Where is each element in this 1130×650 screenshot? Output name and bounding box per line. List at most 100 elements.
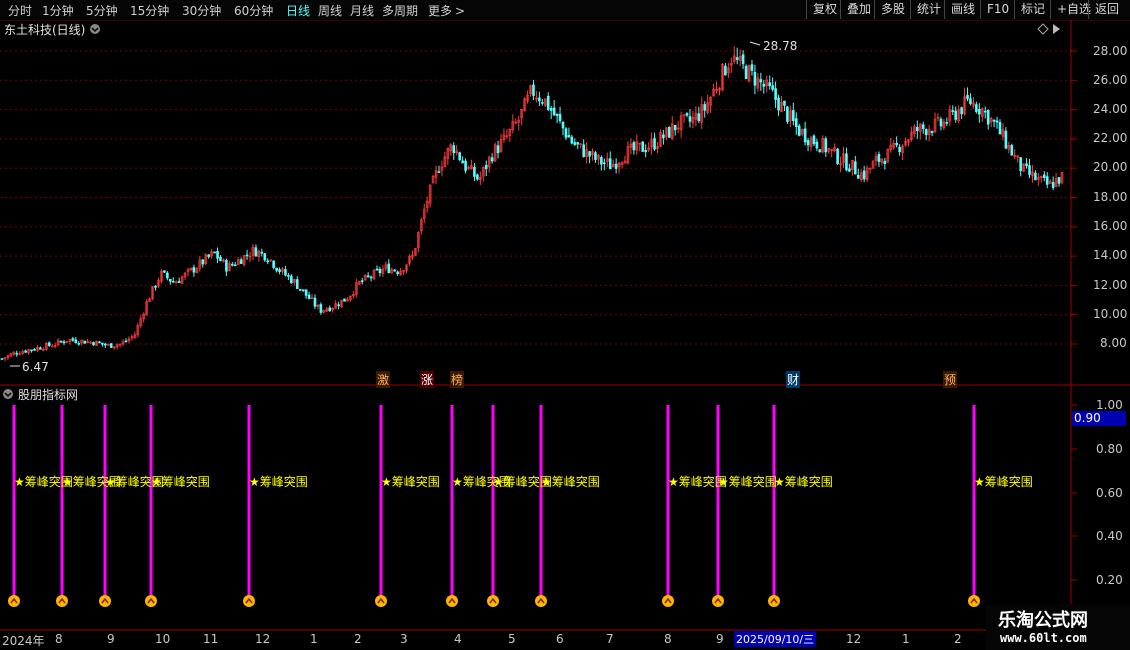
candle: [278, 267, 281, 275]
candle: [747, 64, 751, 83]
event-tag[interactable]: 预: [943, 371, 958, 388]
candle: [15, 350, 19, 357]
candle: [411, 250, 414, 261]
candle: [121, 339, 125, 346]
candle: [644, 144, 647, 158]
candle: [59, 340, 63, 343]
candle: [611, 159, 615, 168]
candle: [614, 158, 618, 174]
candle: [916, 120, 919, 139]
candle: [1040, 175, 1043, 183]
candle: [697, 106, 701, 124]
candle: [236, 257, 240, 266]
chart-canvas[interactable]: [0, 0, 1130, 650]
candle: [880, 158, 884, 166]
chevron-down-icon: [90, 24, 100, 34]
candle: [741, 50, 745, 69]
candle: [818, 149, 822, 153]
candle: [484, 160, 488, 176]
event-tag[interactable]: 涨: [420, 371, 435, 388]
candle: [104, 342, 107, 348]
indicator-tick: 0.20: [1096, 573, 1123, 587]
candle: [794, 112, 798, 135]
signal-label: ★筹峰突围: [249, 475, 308, 489]
candle: [1022, 163, 1025, 172]
candle: [514, 118, 518, 125]
candle: [1057, 177, 1061, 187]
candle: [682, 114, 686, 124]
candle: [310, 294, 314, 300]
candle: [907, 138, 910, 147]
candle: [768, 75, 771, 90]
candle: [535, 90, 538, 103]
event-tag[interactable]: 激: [376, 371, 391, 388]
candle: [567, 127, 571, 138]
date-label: 1: [310, 632, 318, 646]
candle: [555, 113, 559, 124]
candle: [328, 305, 332, 312]
candle: [750, 59, 754, 76]
candle: [281, 267, 284, 275]
candle: [532, 79, 535, 101]
candle: [198, 256, 202, 272]
candle: [854, 155, 857, 175]
candle: [942, 118, 946, 131]
candle: [42, 347, 45, 352]
candle: [989, 116, 993, 128]
candle: [620, 161, 624, 169]
candle: [414, 248, 417, 256]
price-tick: 24.00: [1093, 102, 1128, 116]
candle: [62, 339, 66, 345]
candle: [969, 93, 972, 106]
candle: [541, 99, 544, 106]
candle: [325, 306, 329, 313]
candle: [98, 340, 101, 344]
candle: [623, 155, 627, 164]
candle: [685, 112, 689, 118]
candle: [523, 97, 526, 112]
candle: [576, 141, 580, 150]
candle: [647, 142, 650, 153]
candle: [700, 96, 704, 129]
candle: [233, 261, 237, 267]
event-tag[interactable]: 财: [786, 371, 801, 388]
candle: [419, 217, 423, 235]
candle: [496, 140, 500, 159]
candle: [349, 295, 352, 302]
candle: [712, 83, 715, 97]
candle: [207, 254, 210, 259]
candle: [635, 134, 639, 155]
candle: [662, 130, 665, 145]
candle: [189, 267, 193, 271]
signal-up-arrow-icon: [662, 595, 674, 607]
candle: [440, 160, 444, 177]
candle: [913, 123, 916, 138]
candle: [921, 121, 925, 134]
candle: [859, 169, 863, 182]
date-label: 2: [954, 632, 962, 646]
candle: [275, 267, 278, 273]
candle: [910, 126, 913, 142]
candle: [169, 279, 172, 285]
candle: [284, 265, 287, 277]
candle: [771, 77, 774, 92]
candle: [384, 261, 388, 272]
diamond-icon: [1037, 23, 1049, 35]
candle: [543, 98, 547, 108]
candle: [812, 134, 816, 147]
date-label: 2024年: [2, 634, 45, 648]
candle: [322, 309, 326, 314]
signal-up-arrow-icon: [56, 595, 68, 607]
candle: [239, 257, 243, 264]
candle: [667, 126, 671, 138]
candle: [86, 339, 89, 344]
candle: [272, 260, 275, 270]
candle: [298, 288, 302, 292]
candle: [851, 159, 854, 176]
candle: [166, 271, 169, 281]
candle: [408, 254, 411, 266]
candle: [945, 117, 949, 127]
candle: [473, 163, 476, 182]
candle: [287, 273, 290, 280]
event-tag[interactable]: 榜: [450, 371, 465, 388]
